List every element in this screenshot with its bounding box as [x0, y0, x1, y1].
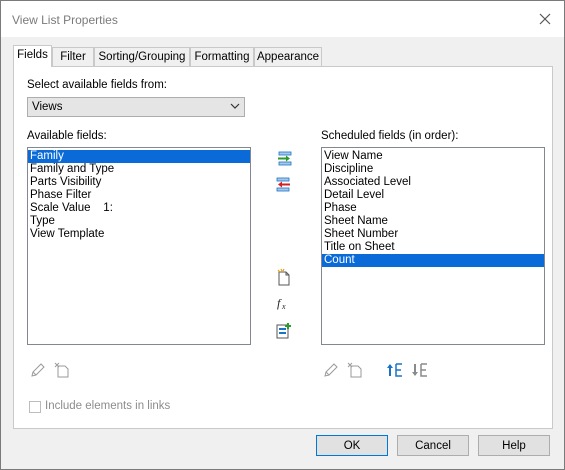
- help-button[interactable]: Help: [478, 435, 550, 456]
- available-fields-label: Available fields:: [27, 130, 107, 142]
- list-item[interactable]: Title on Sheet: [322, 241, 544, 254]
- close-icon: [539, 13, 551, 25]
- calculated-value-icon: f x: [277, 296, 286, 311]
- delete-available-button[interactable]: [52, 360, 72, 380]
- chevron-down-icon: [230, 103, 240, 109]
- edit-pencil-icon: [31, 363, 45, 377]
- window-title: View List Properties: [12, 13, 118, 27]
- tab-sorting-grouping[interactable]: Sorting/Grouping: [94, 47, 190, 66]
- new-parameter-icon: [277, 268, 290, 286]
- ok-button[interactable]: OK: [316, 435, 388, 456]
- delete-parameter-icon: [54, 362, 69, 378]
- dialog-window: View List Properties Fields Filter Sorti…: [0, 0, 565, 470]
- edit-scheduled-button[interactable]: [321, 360, 341, 380]
- list-item[interactable]: View Template: [28, 228, 250, 241]
- edit-pencil-icon: [324, 363, 338, 377]
- list-item[interactable]: Phase Filter: [28, 189, 250, 202]
- svg-text:x: x: [281, 302, 286, 311]
- move-up-button[interactable]: [385, 360, 405, 380]
- add-field-button[interactable]: [273, 149, 295, 169]
- list-item[interactable]: Phase: [322, 202, 544, 215]
- list-item[interactable]: Detail Level: [322, 189, 544, 202]
- list-item[interactable]: Sheet Name: [322, 215, 544, 228]
- delete-parameter-icon: [347, 362, 362, 378]
- list-item[interactable]: Count: [322, 254, 544, 267]
- edit-available-button[interactable]: [28, 360, 48, 380]
- list-item[interactable]: Type: [28, 215, 250, 228]
- list-item[interactable]: View Name: [322, 150, 544, 163]
- close-button[interactable]: [532, 8, 558, 30]
- remove-field-icon: [276, 177, 290, 192]
- include-links-label: Include elements in links: [45, 400, 171, 412]
- title-bar: View List Properties: [1, 1, 564, 37]
- combine-parameters-button[interactable]: [273, 321, 295, 341]
- select-from-dropdown[interactable]: Views: [27, 97, 245, 117]
- tab-formatting[interactable]: Formatting: [190, 47, 254, 66]
- new-parameter-button[interactable]: [273, 267, 295, 287]
- delete-scheduled-button[interactable]: [345, 360, 365, 380]
- list-item[interactable]: Family: [28, 150, 250, 163]
- cancel-button[interactable]: Cancel: [397, 435, 469, 456]
- list-item[interactable]: Scale Value 1:: [28, 202, 250, 215]
- select-from-value: Views: [32, 101, 63, 113]
- list-item[interactable]: Sheet Number: [322, 228, 544, 241]
- available-fields-list[interactable]: Family Family and Type Parts Visibility Pha…: [27, 147, 251, 345]
- list-item[interactable]: Associated Level: [322, 176, 544, 189]
- tab-filter[interactable]: Filter: [52, 47, 94, 66]
- add-field-icon: [278, 151, 292, 166]
- list-item[interactable]: Parts Visibility: [28, 176, 250, 189]
- move-down-button[interactable]: [410, 360, 430, 380]
- move-down-icon: [412, 363, 427, 377]
- list-item[interactable]: Family and Type: [28, 163, 250, 176]
- remove-field-button[interactable]: [273, 175, 295, 195]
- include-links-checkbox[interactable]: [29, 401, 41, 413]
- tab-fields[interactable]: Fields: [13, 45, 52, 67]
- combine-parameters-icon: [276, 323, 291, 339]
- calculated-value-button[interactable]: f x: [273, 293, 295, 313]
- scheduled-fields-list[interactable]: View Name Discipline Associated Level Detai…: [321, 147, 545, 345]
- tab-appearance[interactable]: Appearance: [254, 47, 322, 66]
- scheduled-fields-label: Scheduled fields (in order):: [321, 130, 459, 142]
- move-up-icon: [387, 363, 402, 377]
- select-from-label: Select available fields from:: [27, 79, 167, 91]
- fields-panel: Select available fields from: Views Avai…: [13, 66, 553, 429]
- list-item[interactable]: Discipline: [322, 163, 544, 176]
